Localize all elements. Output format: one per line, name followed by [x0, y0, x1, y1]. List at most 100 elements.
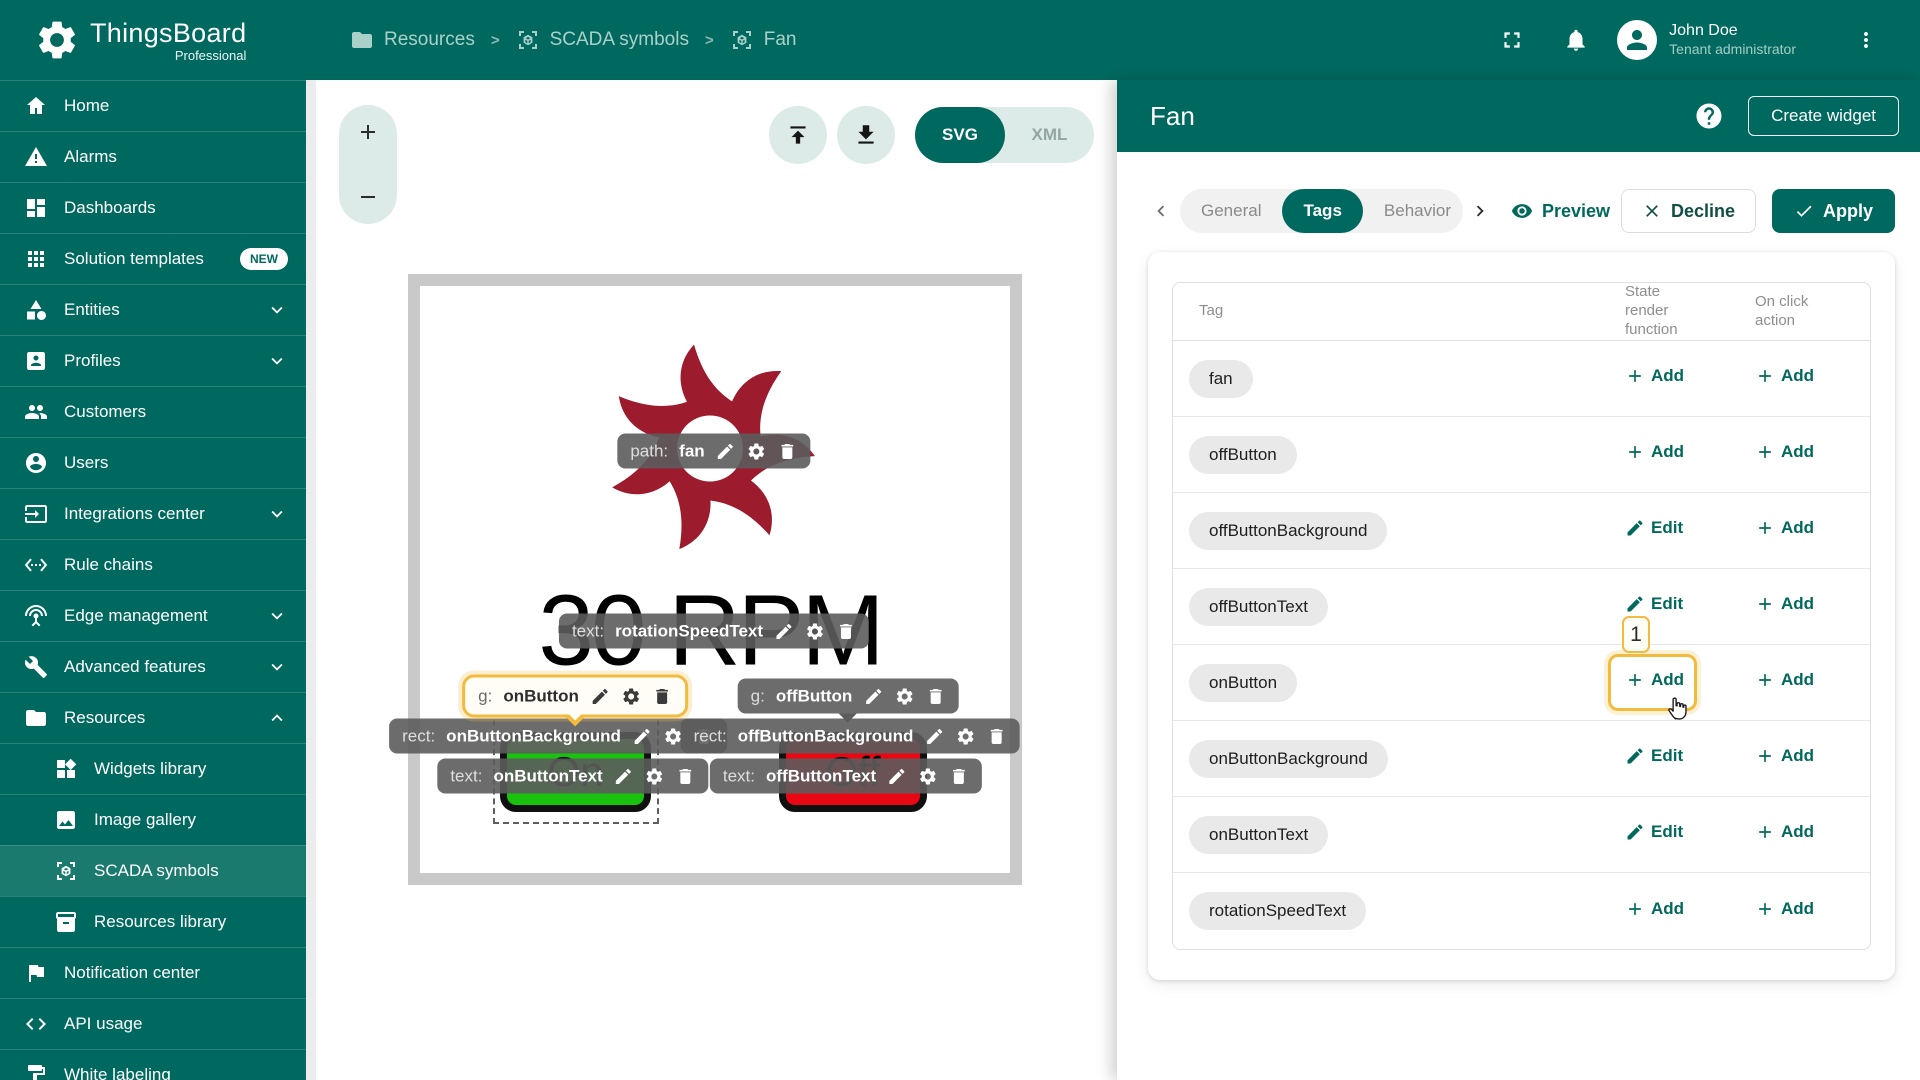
- pencil-icon[interactable]: [924, 726, 944, 746]
- pencil-icon[interactable]: [632, 726, 652, 746]
- app-root: ThingsBoard Professional Home Alarms Das…: [0, 0, 1920, 1080]
- sidebar-item-alarms[interactable]: Alarms: [0, 131, 306, 182]
- breadcrumb-fan[interactable]: Fan: [730, 28, 796, 52]
- state-render-function-link[interactable]: Edit: [1625, 518, 1683, 538]
- tab-general[interactable]: General: [1180, 189, 1282, 233]
- tag-chip: onButton: [1189, 663, 1298, 702]
- fullscreen-icon[interactable]: [1499, 27, 1525, 53]
- breadcrumb-resources[interactable]: Resources: [350, 28, 475, 52]
- scada-icon: [54, 859, 78, 883]
- trash-icon[interactable]: [778, 441, 798, 461]
- sidebar-item-white-labeling[interactable]: White labeling: [0, 1049, 306, 1080]
- folder-icon: [24, 706, 48, 730]
- gear-icon[interactable]: [645, 766, 665, 786]
- zoom-out-button[interactable]: [356, 185, 380, 209]
- element-chip-offButtonBackground[interactable]: rect: offButtonBackground: [680, 718, 1020, 754]
- element-chip-onButtonBackground[interactable]: rect: onButtonBackground: [389, 718, 727, 754]
- pencil-icon[interactable]: [590, 686, 610, 706]
- preview-button[interactable]: Preview: [1511, 200, 1610, 222]
- sidebar-item-advanced-features[interactable]: Advanced features: [0, 641, 306, 692]
- sidebar-item-rule-chains[interactable]: Rule chains: [0, 539, 306, 590]
- state-render-function-link[interactable]: Add: [1625, 899, 1684, 919]
- avatar[interactable]: [1617, 20, 1658, 60]
- sidebar-item-users[interactable]: Users: [0, 437, 306, 488]
- help-icon[interactable]: [1694, 101, 1724, 131]
- state-render-function-link[interactable]: Edit: [1625, 822, 1683, 842]
- upload-button[interactable]: [769, 106, 827, 164]
- gear-icon[interactable]: [894, 686, 914, 706]
- state-render-function-link[interactable]: Add: [1625, 366, 1684, 386]
- on-click-action-link[interactable]: Add: [1755, 746, 1814, 766]
- on-click-action-link[interactable]: Add: [1755, 518, 1814, 538]
- sidebar-item-solution-templates[interactable]: Solution templates NEW: [0, 233, 306, 284]
- user-role: Tenant administrator: [1669, 41, 1796, 58]
- bell-icon[interactable]: [1563, 27, 1589, 53]
- download-button[interactable]: [837, 106, 895, 164]
- pencil-icon[interactable]: [614, 766, 634, 786]
- create-widget-button[interactable]: Create widget: [1748, 96, 1899, 136]
- sidebar-item-scada-symbols[interactable]: SCADA symbols: [0, 845, 306, 896]
- sidebar-item-entities[interactable]: Entities: [0, 284, 306, 335]
- sidebar-item-notification-center[interactable]: Notification center: [0, 947, 306, 998]
- tags-table: Tag State render function On click actio…: [1172, 282, 1871, 950]
- tab-tags[interactable]: Tags: [1282, 189, 1363, 233]
- sidebar-item-integrations-center[interactable]: Integrations center: [0, 488, 306, 539]
- toggle-svg[interactable]: SVG: [915, 107, 1005, 163]
- element-chip-onButton[interactable]: g: onButton: [462, 674, 688, 718]
- trash-icon[interactable]: [925, 686, 945, 706]
- trash-icon[interactable]: [836, 621, 856, 641]
- element-chip-offButtonText[interactable]: text: offButtonText: [709, 758, 983, 794]
- gear-icon[interactable]: [805, 621, 825, 641]
- on-click-action-link[interactable]: Add: [1755, 822, 1814, 842]
- on-click-action-link[interactable]: Add: [1755, 442, 1814, 462]
- state-render-function-link[interactable]: Add: [1625, 442, 1684, 462]
- zoom-in-button[interactable]: [356, 120, 380, 144]
- trash-icon[interactable]: [652, 686, 672, 706]
- pencil-icon[interactable]: [863, 686, 883, 706]
- sidebar-scrollbar-gutter[interactable]: [306, 80, 316, 1080]
- gear-icon[interactable]: [955, 726, 975, 746]
- on-click-action-link[interactable]: Add: [1755, 670, 1814, 690]
- sidebar-item-image-gallery[interactable]: Image gallery: [0, 794, 306, 845]
- pencil-icon: [1625, 822, 1645, 842]
- element-chip-offButton[interactable]: g: offButton: [737, 678, 959, 714]
- sidebar-item-resources-library[interactable]: Resources library: [0, 896, 306, 947]
- sidebar-item-customers[interactable]: Customers: [0, 386, 306, 437]
- sidebar-item-api-usage[interactable]: API usage: [0, 998, 306, 1049]
- element-chip-onButtonText[interactable]: text: onButtonText: [437, 758, 709, 794]
- pencil-icon[interactable]: [716, 441, 736, 461]
- trash-icon[interactable]: [676, 766, 696, 786]
- sidebar-item-resources[interactable]: Resources: [0, 692, 306, 743]
- gear-icon[interactable]: [918, 766, 938, 786]
- state-render-function-link[interactable]: Edit: [1625, 594, 1683, 614]
- pencil-icon[interactable]: [887, 766, 907, 786]
- alarm-icon: [24, 145, 48, 169]
- sidebar-item-profiles[interactable]: Profiles: [0, 335, 306, 386]
- state-render-function-link[interactable]: Add: [1625, 670, 1684, 690]
- sidebar-item-home[interactable]: Home: [0, 80, 306, 131]
- on-click-action-link[interactable]: Add: [1755, 366, 1814, 386]
- sidebar-item-edge-management[interactable]: Edge management: [0, 590, 306, 641]
- apply-button[interactable]: Apply: [1771, 189, 1895, 233]
- sidebar-item-label: API usage: [64, 1014, 143, 1033]
- decline-button[interactable]: Decline: [1620, 189, 1756, 233]
- on-click-action-link[interactable]: Add: [1755, 594, 1814, 614]
- element-chip-fan[interactable]: path: fan: [617, 433, 811, 469]
- tabs-forward-icon[interactable]: [1469, 200, 1491, 222]
- tabs-back-icon[interactable]: [1150, 200, 1172, 222]
- more-vert-icon[interactable]: [1854, 28, 1878, 52]
- pencil-icon[interactable]: [774, 621, 794, 641]
- sidebar-item-widgets-library[interactable]: Widgets library: [0, 743, 306, 794]
- gear-icon[interactable]: [747, 441, 767, 461]
- on-click-action-link[interactable]: Add: [1755, 899, 1814, 919]
- tab-behavior[interactable]: Behavior: [1363, 189, 1463, 233]
- state-render-function-link[interactable]: Edit: [1625, 746, 1683, 766]
- sidebar-item-dashboards[interactable]: Dashboards: [0, 182, 306, 233]
- gear-icon[interactable]: [621, 686, 641, 706]
- chevron-up-icon: [266, 707, 288, 729]
- element-chip-rotationSpeedText[interactable]: text: rotationSpeedText: [558, 613, 870, 649]
- trash-icon[interactable]: [949, 766, 969, 786]
- toggle-xml[interactable]: XML: [1005, 107, 1094, 163]
- trash-icon[interactable]: [986, 726, 1006, 746]
- breadcrumb-scada-symbols[interactable]: SCADA symbols: [516, 28, 689, 52]
